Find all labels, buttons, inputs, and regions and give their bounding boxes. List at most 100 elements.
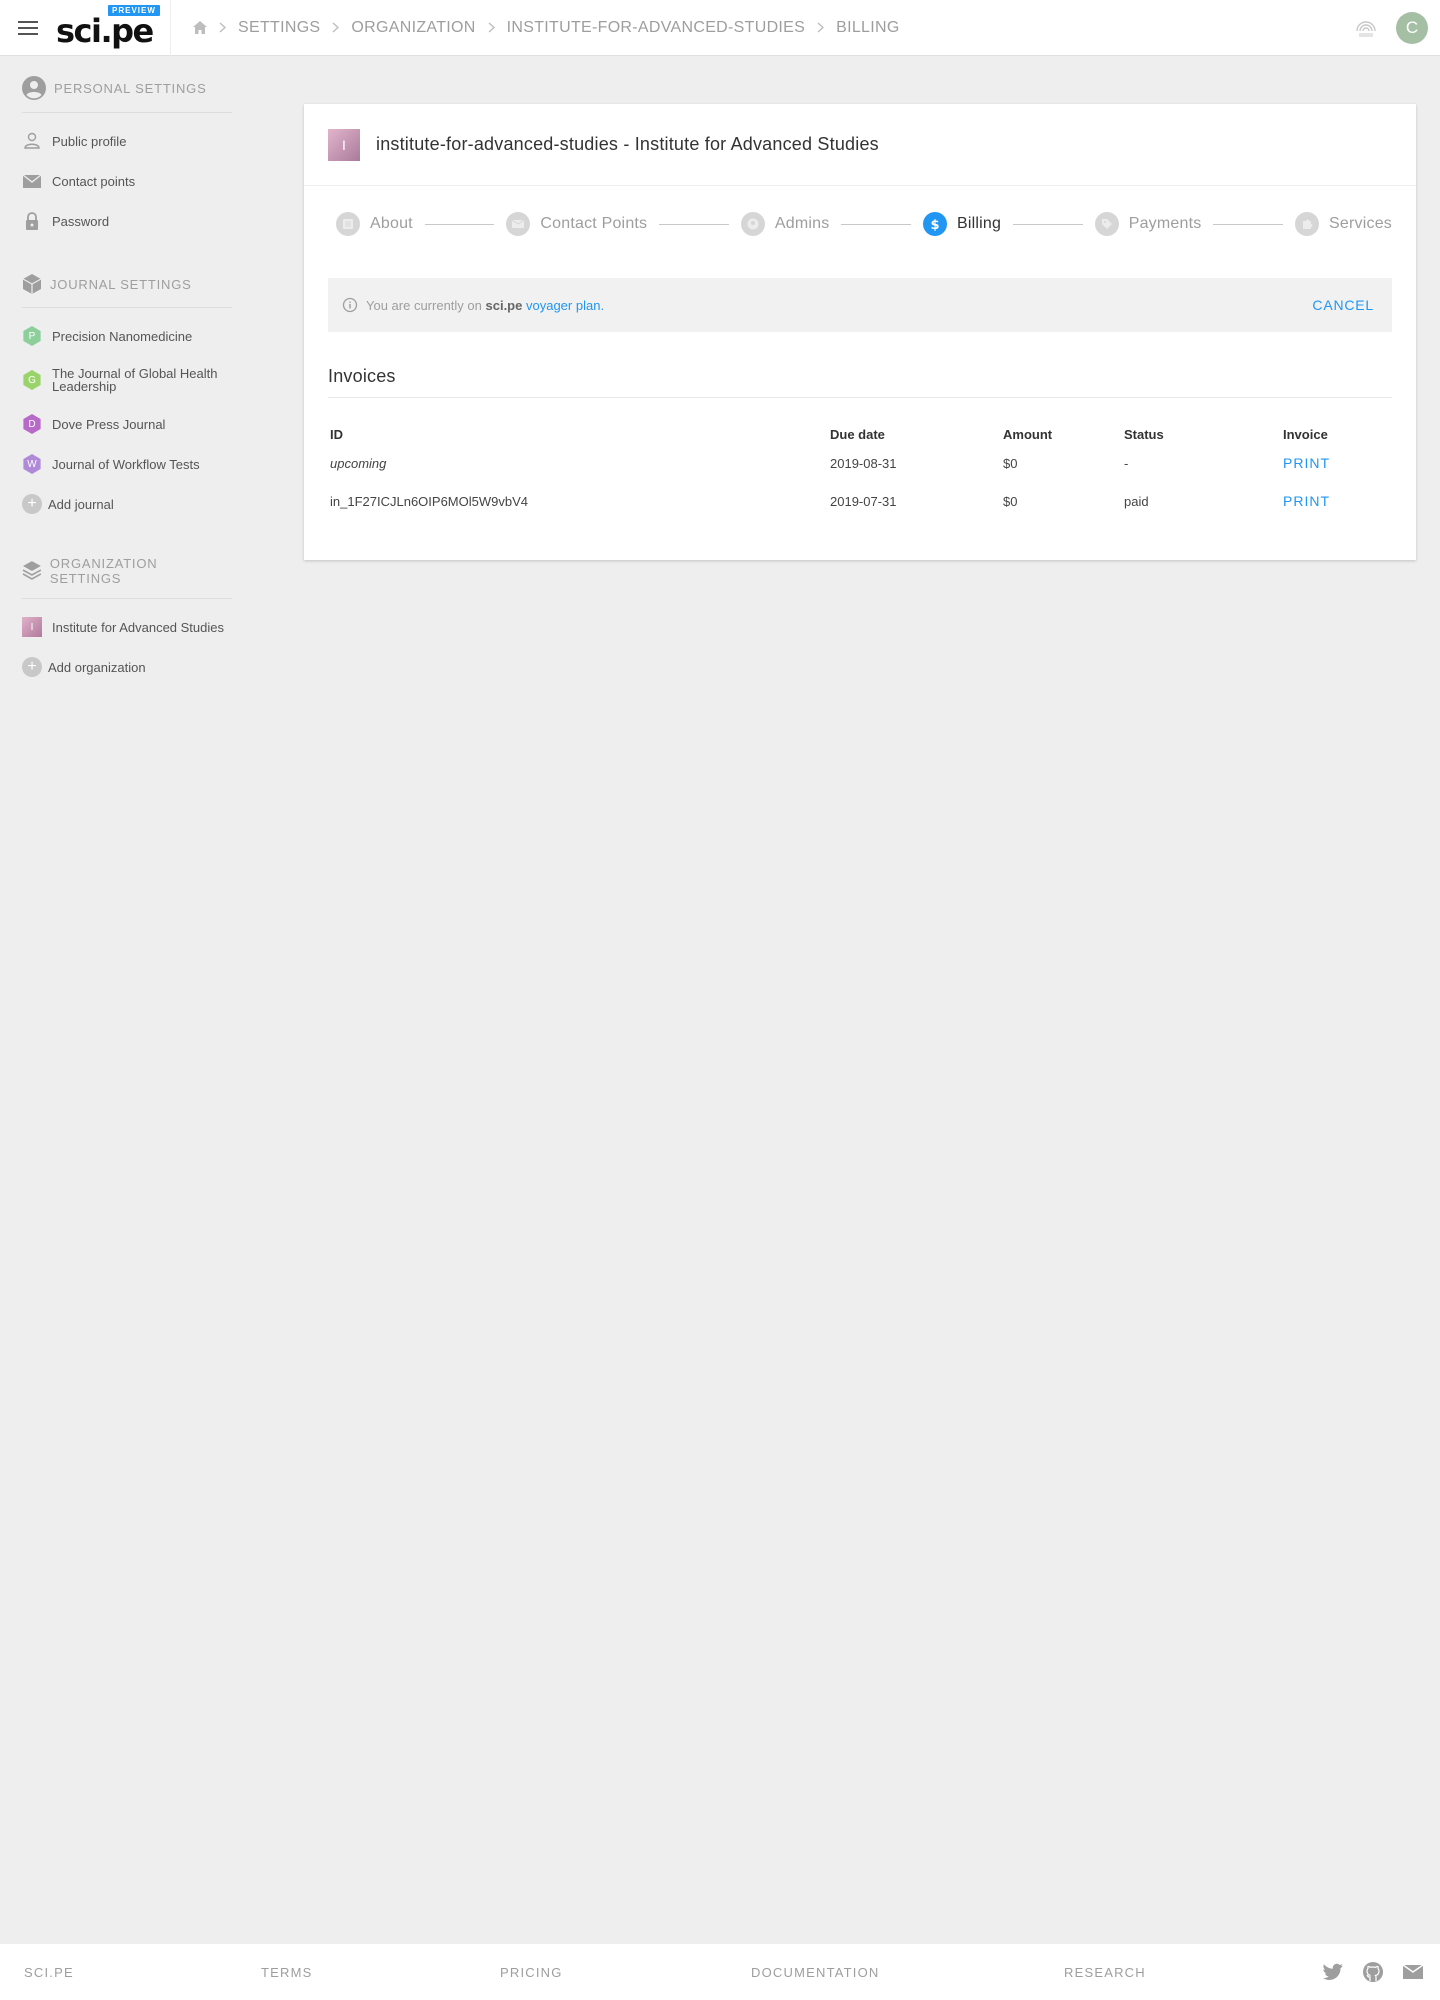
- sidebar-item-journal[interactable]: P Precision Nanomedicine: [22, 316, 232, 356]
- step-label: Services: [1329, 215, 1392, 232]
- sidebar-item-organization[interactable]: I Institute for Advanced Studies: [22, 607, 232, 647]
- add-organization-button[interactable]: + Add organization: [22, 647, 232, 687]
- organization-settings-section: ORGANIZATION SETTINGS I Institute for Ad…: [0, 536, 280, 687]
- home-icon[interactable]: [193, 21, 207, 34]
- step-admins[interactable]: Admins: [740, 212, 830, 236]
- sidebar-item-label: Precision Nanomedicine: [52, 328, 193, 344]
- person-outline-icon: [24, 132, 40, 149]
- sidebar-item-password[interactable]: Password: [22, 201, 232, 241]
- plan-text: You are currently on sci.pe voyager plan…: [366, 298, 604, 313]
- footer-link-terms[interactable]: TERMS: [261, 1965, 313, 1980]
- card-title: institute-for-advanced-studies - Institu…: [376, 134, 879, 154]
- cancel-plan-button[interactable]: CANCEL: [1312, 297, 1374, 313]
- settings-sidebar: PERSONAL SETTINGS Public profile Contact…: [0, 56, 280, 687]
- journal-hex-logo: W: [23, 454, 41, 474]
- cube-icon: [22, 274, 42, 294]
- invoice-id: upcoming: [330, 455, 387, 471]
- sidebar-item-label: Contact points: [52, 173, 136, 189]
- section-label: ORGANIZATION SETTINGS: [49, 556, 158, 586]
- footer-link-scipe[interactable]: SCI.PE: [24, 1965, 74, 1980]
- step-billing[interactable]: $ Billing: [923, 212, 1001, 236]
- organization-logo: I: [328, 128, 360, 161]
- plus-icon: +: [22, 657, 42, 677]
- info-icon: [342, 297, 358, 313]
- journal-hex-logo: D: [23, 414, 41, 434]
- step-connector: [1013, 223, 1083, 225]
- add-journal-button[interactable]: + Add journal: [22, 484, 232, 524]
- sidebar-item-label: Dove Press Journal: [52, 416, 166, 432]
- mail-icon[interactable]: [1402, 1963, 1424, 1981]
- menu-button[interactable]: [0, 0, 56, 56]
- step-services[interactable]: Services: [1295, 212, 1392, 236]
- personal-settings-heading: PERSONAL SETTINGS: [22, 56, 232, 113]
- footer-link-pricing[interactable]: PRICING: [500, 1965, 563, 1980]
- step-connector: [659, 223, 729, 225]
- invoice-status: paid: [1124, 493, 1149, 509]
- footer-link-documentation[interactable]: DOCUMENTATION: [751, 1965, 880, 1980]
- invoice-amount: $0: [1003, 493, 1018, 509]
- footer-link-research[interactable]: RESEARCH: [1064, 1965, 1146, 1980]
- plan-brand: sci.pe: [485, 297, 523, 313]
- journal-settings-section: JOURNAL SETTINGS P Precision Nanomedicin…: [0, 253, 280, 524]
- invoice-status: -: [1124, 455, 1129, 471]
- plan-prefix: You are currently on: [366, 297, 482, 313]
- github-icon[interactable]: [1362, 1961, 1384, 1983]
- column-header: Due date: [830, 426, 885, 442]
- plan-link[interactable]: voyager plan: [526, 298, 600, 313]
- table-row: upcoming 2019-08-31 $0 - PRINT: [328, 444, 1392, 482]
- print-invoice-button[interactable]: PRINT: [1283, 493, 1330, 509]
- step-label: Billing: [957, 215, 1002, 232]
- sidebar-item-label: The Journal of Global Health Leadership: [52, 366, 218, 394]
- svg-text:$: $: [930, 218, 939, 231]
- sidebar-item-contact-points[interactable]: Contact points: [22, 161, 232, 201]
- logo-text: sci.pe: [56, 11, 154, 50]
- admin-icon: [740, 212, 765, 236]
- sidebar-item-label: Public profile: [52, 133, 127, 149]
- puzzle-icon: [1295, 212, 1320, 236]
- user-avatar[interactable]: C: [1396, 12, 1428, 44]
- section-label: JOURNAL SETTINGS: [50, 276, 192, 292]
- card-header: I institute-for-advanced-studies - Insti…: [304, 104, 1416, 186]
- step-connector: [841, 223, 912, 225]
- sidebar-item-public-profile[interactable]: Public profile: [22, 121, 232, 161]
- chevron-right-icon: [219, 22, 226, 33]
- account-circle-icon: [22, 76, 46, 100]
- footer-social-links: [1322, 1961, 1424, 1983]
- step-contact-points[interactable]: Contact Points: [506, 212, 647, 236]
- table-header-row: ID Due date Amount Status Invoice: [328, 424, 1392, 444]
- breadcrumb-settings[interactable]: SETTINGS: [238, 19, 320, 37]
- tag-icon: [1094, 212, 1119, 236]
- plan-info: You are currently on sci.pe voyager plan…: [342, 297, 604, 313]
- organization-settings-heading: ORGANIZATION SETTINGS: [22, 536, 232, 599]
- sidebar-item-journal[interactable]: D Dove Press Journal: [22, 404, 232, 444]
- column-header: Invoice: [1283, 426, 1328, 442]
- about-step-icon: [336, 212, 360, 236]
- invoice-id: in_1F27ICJLn6OIP6MOl5W9vbV4: [330, 493, 528, 509]
- step-payments[interactable]: Payments: [1094, 212, 1202, 236]
- twitter-icon[interactable]: [1322, 1963, 1344, 1981]
- chevron-right-icon: [332, 22, 340, 33]
- chevron-right-icon: [488, 22, 495, 33]
- step-label: About: [370, 215, 413, 232]
- add-organization-label: Add organization: [48, 659, 146, 675]
- app-logo[interactable]: sci.pe PREVIEW: [56, 0, 171, 56]
- breadcrumb: SETTINGS ORGANIZATION INSTITUTE-FOR-ADVA…: [193, 0, 900, 56]
- print-invoice-button[interactable]: PRINT: [1283, 455, 1330, 471]
- layers-icon: [22, 561, 42, 580]
- breadcrumb-billing[interactable]: BILLING: [836, 19, 899, 37]
- sidebar-item-journal[interactable]: W Journal of Workflow Tests: [22, 444, 232, 484]
- feed-icon[interactable]: [1354, 18, 1378, 38]
- journal-hex-logo: G: [23, 370, 41, 390]
- breadcrumb-org-slug[interactable]: INSTITUTE-FOR-ADVANCED-STUDIES: [507, 19, 805, 37]
- sidebar-item-label: Institute for Advanced Studies: [52, 619, 224, 635]
- step-about[interactable]: About: [336, 212, 413, 236]
- sidebar-item-journal[interactable]: G The Journal of Global Health Leadershi…: [22, 356, 232, 404]
- column-header: Amount: [1003, 426, 1053, 442]
- sidebar-item-label: Password: [52, 213, 110, 229]
- breadcrumb-organization[interactable]: ORGANIZATION: [351, 19, 475, 37]
- invoices-heading: Invoices: [328, 366, 1392, 398]
- column-header: Status: [1124, 426, 1164, 442]
- journal-hex-logo: P: [23, 326, 41, 346]
- step-label: Admins: [774, 215, 830, 232]
- invoices-table: ID Due date Amount Status Invoice upcomi…: [328, 424, 1392, 520]
